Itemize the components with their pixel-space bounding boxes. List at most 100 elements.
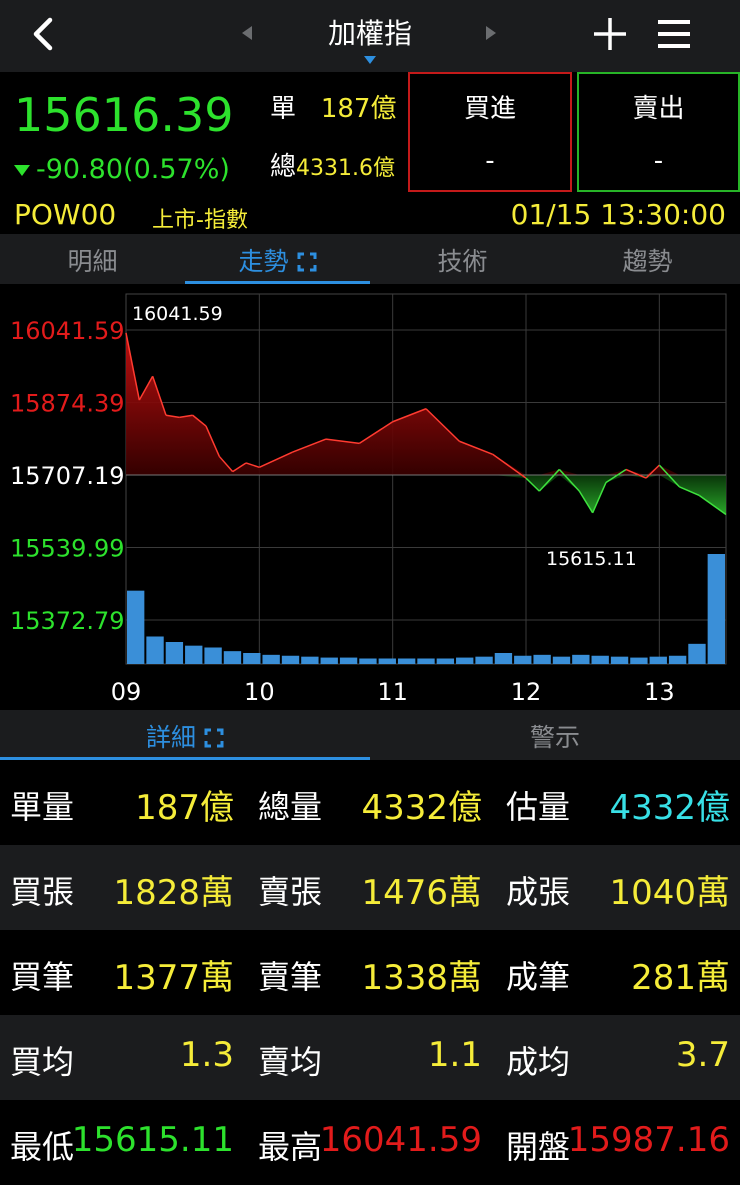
volume-bar	[591, 655, 609, 664]
volume-bar	[514, 655, 532, 664]
stat-cell: 總量 4332億	[248, 760, 484, 845]
volume-bar	[630, 657, 648, 664]
volume-bar	[417, 658, 435, 664]
stat-label: 總量	[258, 788, 323, 826]
sell-label: 賣出	[632, 94, 685, 124]
y-tick-label: 15707.19	[10, 462, 125, 490]
stat-cell: 買均 1.3	[0, 1015, 236, 1100]
page-title[interactable]: 加權指	[290, 12, 450, 52]
y-tick-label: 15372.79	[10, 607, 125, 635]
volume-bar	[707, 554, 725, 664]
low-label: 15615.11	[546, 548, 637, 570]
volume-bar	[533, 654, 551, 664]
expand-icon[interactable]	[297, 252, 317, 272]
volume-bar	[610, 656, 629, 664]
tab-detail[interactable]: 明細	[0, 234, 185, 284]
stats-row: 買均 1.3 賣均 1.1 成均 3.7	[0, 1015, 740, 1100]
down-area	[126, 475, 726, 515]
stat-value: 4332億	[361, 788, 482, 828]
volume-bar	[552, 656, 571, 664]
volume-bar	[301, 656, 319, 664]
price-change: -90.80(0.57%)	[14, 154, 230, 185]
x-tick-label: 13	[644, 678, 675, 706]
tab-technical[interactable]: 技術	[370, 234, 555, 284]
intraday-chart[interactable]: 16041.59 15615.11 16041.59 15874.39 15707.19…	[0, 284, 740, 710]
stat-cell: 賣筆 1338萬	[248, 930, 484, 1015]
total-volume-value: 4331.6	[296, 156, 373, 181]
tab-details[interactable]: 詳細	[0, 710, 370, 760]
stat-cell: 賣張 1476萬	[248, 845, 484, 930]
unit-volume: 單 187億	[270, 88, 396, 125]
main-tabs: 明細 走勢 技術 趨勢	[0, 234, 740, 284]
stats-row: 最低 15615.11 最高 16041.59 開盤 15987.16	[0, 1100, 740, 1185]
unit-volume-unit: 億	[370, 94, 397, 124]
volume-bar	[146, 636, 164, 664]
unit-volume-label: 單	[270, 94, 297, 124]
stat-cell: 成均 3.7	[496, 1015, 732, 1100]
sell-value: -	[653, 146, 664, 176]
total-volume: 總4331.6億	[270, 146, 395, 183]
volume-bar	[281, 655, 300, 664]
stat-label: 成均	[506, 1043, 571, 1081]
volume-bar	[649, 656, 667, 664]
next-symbol-icon[interactable]	[482, 22, 500, 44]
market-type: 上市-指數	[152, 208, 248, 233]
stat-cell: 成筆 281萬	[496, 930, 732, 1015]
volume-bar	[475, 656, 493, 664]
stat-label: 買均	[10, 1043, 75, 1081]
tab-trend-analysis[interactable]: 趨勢	[555, 234, 740, 284]
current-price: 15616.39	[14, 88, 234, 142]
stats-row: 買筆 1377萬 賣筆 1338萬 成筆 281萬	[0, 930, 740, 1015]
volume-bar	[185, 645, 203, 664]
menu-icon[interactable]	[654, 16, 694, 52]
stat-value: 15615.11	[71, 1120, 234, 1160]
stat-value: 281萬	[631, 958, 730, 998]
stat-value: 1476萬	[361, 873, 482, 913]
stat-value: 15987.16	[567, 1120, 730, 1160]
stat-value: 1.3	[179, 1035, 234, 1075]
buy-value: -	[485, 146, 495, 176]
stat-cell: 買筆 1377萬	[0, 930, 236, 1015]
stat-cell: 估量 4332億	[496, 760, 732, 845]
buy-label: 買進	[463, 94, 516, 124]
volume-bar	[688, 643, 706, 664]
expand-icon[interactable]	[204, 728, 224, 748]
volume-bar	[378, 658, 396, 664]
sell-button[interactable]: 賣出 -	[577, 72, 740, 192]
chart-frame	[125, 293, 727, 665]
volume-bar	[436, 658, 455, 664]
volume-bar	[204, 647, 222, 664]
stat-label: 賣筆	[258, 958, 323, 996]
x-tick-label: 12	[511, 678, 542, 706]
volume-bar	[127, 590, 145, 664]
volume-bar	[456, 657, 474, 664]
stats-row: 單量 187億 總量 4332億 估量 4332億	[0, 760, 740, 845]
symbol-code: POW00	[14, 198, 117, 231]
volume-bar	[397, 658, 416, 664]
back-arrow-icon[interactable]	[22, 10, 66, 58]
stat-label: 成筆	[506, 958, 571, 996]
stat-value: 16041.59	[319, 1120, 482, 1160]
stats-grid: 單量 187億 總量 4332億 估量 4332億 買張 1828萬 賣張 1476萬 成張 1040…	[0, 760, 740, 1185]
x-tick-label: 11	[377, 678, 408, 706]
add-icon[interactable]	[590, 14, 630, 54]
volume-bar	[359, 658, 377, 664]
stat-value: 1377萬	[113, 958, 234, 998]
volume-bar	[668, 655, 687, 664]
tab-alerts[interactable]: 警示	[370, 710, 740, 760]
volume-bar	[320, 657, 338, 664]
tab-trend[interactable]: 走勢	[185, 234, 370, 284]
stat-cell: 成張 1040萬	[496, 845, 732, 930]
stat-value: 1338萬	[361, 958, 482, 998]
volume-bar	[572, 654, 590, 664]
stat-cell: 開盤 15987.16	[496, 1100, 732, 1185]
prev-symbol-icon[interactable]	[238, 22, 256, 44]
total-volume-label: 總	[270, 152, 297, 182]
y-tick-label: 16041.59	[10, 317, 125, 345]
stat-cell: 買張 1828萬	[0, 845, 236, 930]
stat-label: 賣均	[258, 1043, 323, 1081]
change-percent: (0.57%)	[123, 154, 230, 185]
stat-value: 1040萬	[609, 873, 730, 913]
y-tick-label: 15539.99	[10, 535, 125, 563]
buy-button[interactable]: 買進 -	[408, 72, 572, 192]
